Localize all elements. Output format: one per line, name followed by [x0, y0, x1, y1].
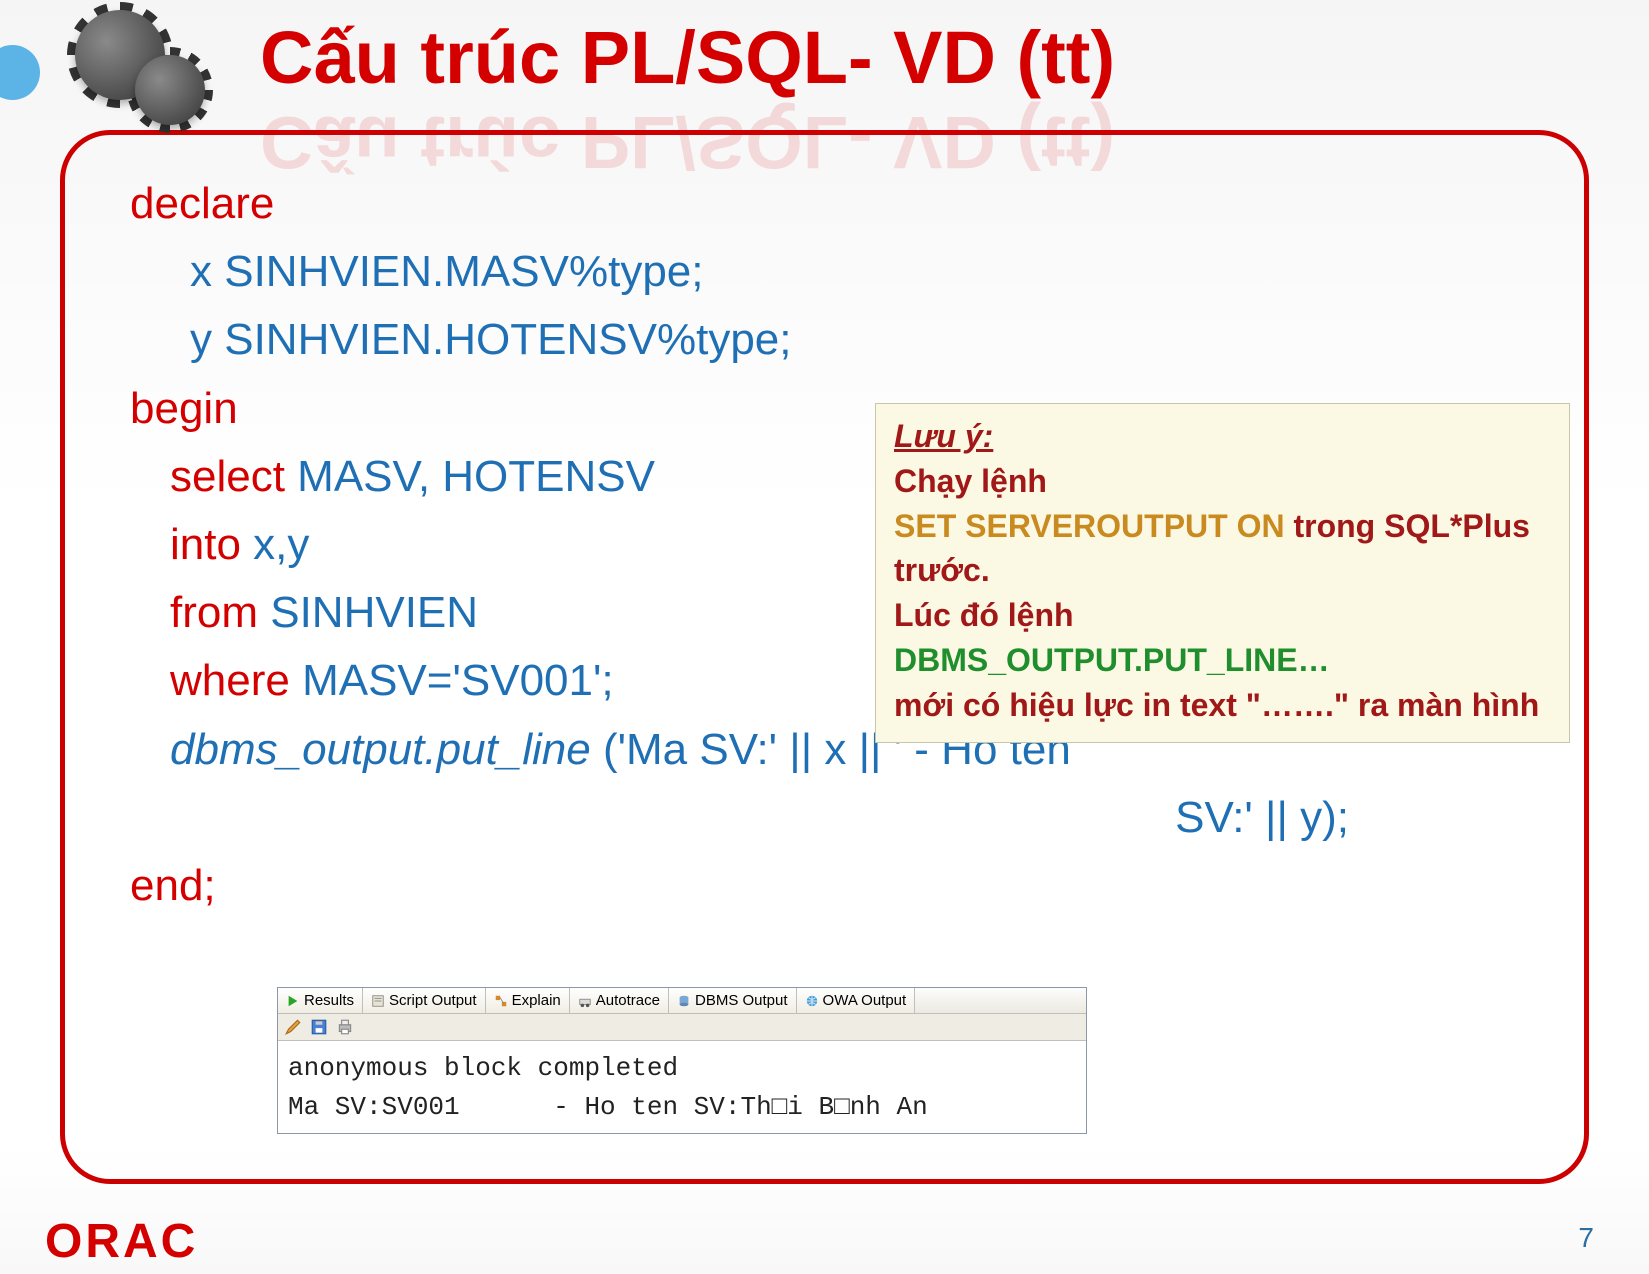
note-line: DBMS_OUTPUT.PUT_LINE… — [894, 638, 1551, 683]
database-icon — [0, 45, 40, 100]
page-number: 7 — [1578, 1222, 1594, 1254]
kw-begin: begin — [130, 384, 238, 433]
tab-autotrace[interactable]: Autotrace — [570, 988, 669, 1013]
tab-label: OWA Output — [823, 992, 907, 1009]
code-text: x — [190, 247, 224, 296]
gear-decoration — [0, 0, 220, 130]
output-tabs: Results Script Output Explain Autotrace … — [278, 988, 1086, 1014]
code-text: y — [190, 315, 224, 364]
note-line: Lúc đó lệnh — [894, 593, 1551, 638]
kw-end: end; — [130, 861, 216, 910]
sql-output-panel: Results Script Output Explain Autotrace … — [277, 987, 1087, 1134]
kw-from: from — [170, 588, 270, 637]
floppy-icon — [310, 1018, 328, 1036]
output-line: anonymous block completed — [288, 1053, 678, 1083]
tab-label: Autotrace — [596, 992, 660, 1009]
kw-select: select — [170, 452, 297, 501]
note-title: Lưu ý: — [894, 414, 1551, 459]
tab-label: Script Output — [389, 992, 477, 1009]
note-line: mới có hiệu lực in text "……." ra màn hìn… — [894, 683, 1551, 728]
edit-button[interactable] — [284, 1018, 302, 1036]
tab-label: Explain — [512, 992, 561, 1009]
code-text: x,y — [253, 520, 309, 569]
kw-into: into — [170, 520, 253, 569]
script-icon — [371, 994, 385, 1008]
output-text: anonymous block completed Ma SV:SV001 - … — [278, 1041, 1086, 1133]
code-text: MASV, HOTENSV — [297, 452, 655, 501]
note-box: Lưu ý: Chạy lệnh SET SERVEROUTPUT ON tro… — [875, 403, 1570, 743]
kw-where: where — [170, 656, 302, 705]
tab-results[interactable]: Results — [278, 988, 363, 1013]
slide-title: Cấu trúc PL/SQL- VD (tt) — [260, 15, 1115, 100]
tab-label: Results — [304, 992, 354, 1009]
code-dbms-fn: dbms_output.put_line — [170, 725, 591, 774]
oracle-logo: ORAC — [45, 1214, 198, 1269]
dbms-icon — [677, 994, 691, 1008]
output-line: Ma SV:SV001 - Ho ten SV:Th□i B□nh An — [288, 1092, 928, 1122]
gear-icon — [135, 55, 205, 125]
tab-label: DBMS Output — [695, 992, 788, 1009]
tab-dbms-output[interactable]: DBMS Output — [669, 988, 797, 1013]
autotrace-icon — [578, 994, 592, 1008]
code-text: SINHVIEN.HOTENSV%type; — [224, 315, 791, 364]
play-icon — [286, 994, 300, 1008]
code-text: SV:' || y); — [1175, 793, 1349, 842]
tab-script-output[interactable]: Script Output — [363, 988, 486, 1013]
note-line: Chạy lệnh — [894, 459, 1551, 504]
tab-explain[interactable]: Explain — [486, 988, 570, 1013]
kw-declare: declare — [130, 179, 274, 228]
note-line: SET SERVEROUTPUT ON — [894, 508, 1293, 544]
pencil-icon — [284, 1018, 302, 1036]
explain-icon — [494, 994, 508, 1008]
output-toolbar — [278, 1014, 1086, 1041]
globe-icon — [805, 994, 819, 1008]
tab-owa-output[interactable]: OWA Output — [797, 988, 916, 1013]
code-text: SINHVIEN — [270, 588, 478, 637]
code-text: SINHVIEN.MASV%type; — [224, 247, 703, 296]
save-button[interactable] — [310, 1018, 328, 1036]
code-text: MASV='SV001'; — [302, 656, 614, 705]
print-button[interactable] — [336, 1018, 354, 1036]
printer-icon — [336, 1018, 354, 1036]
